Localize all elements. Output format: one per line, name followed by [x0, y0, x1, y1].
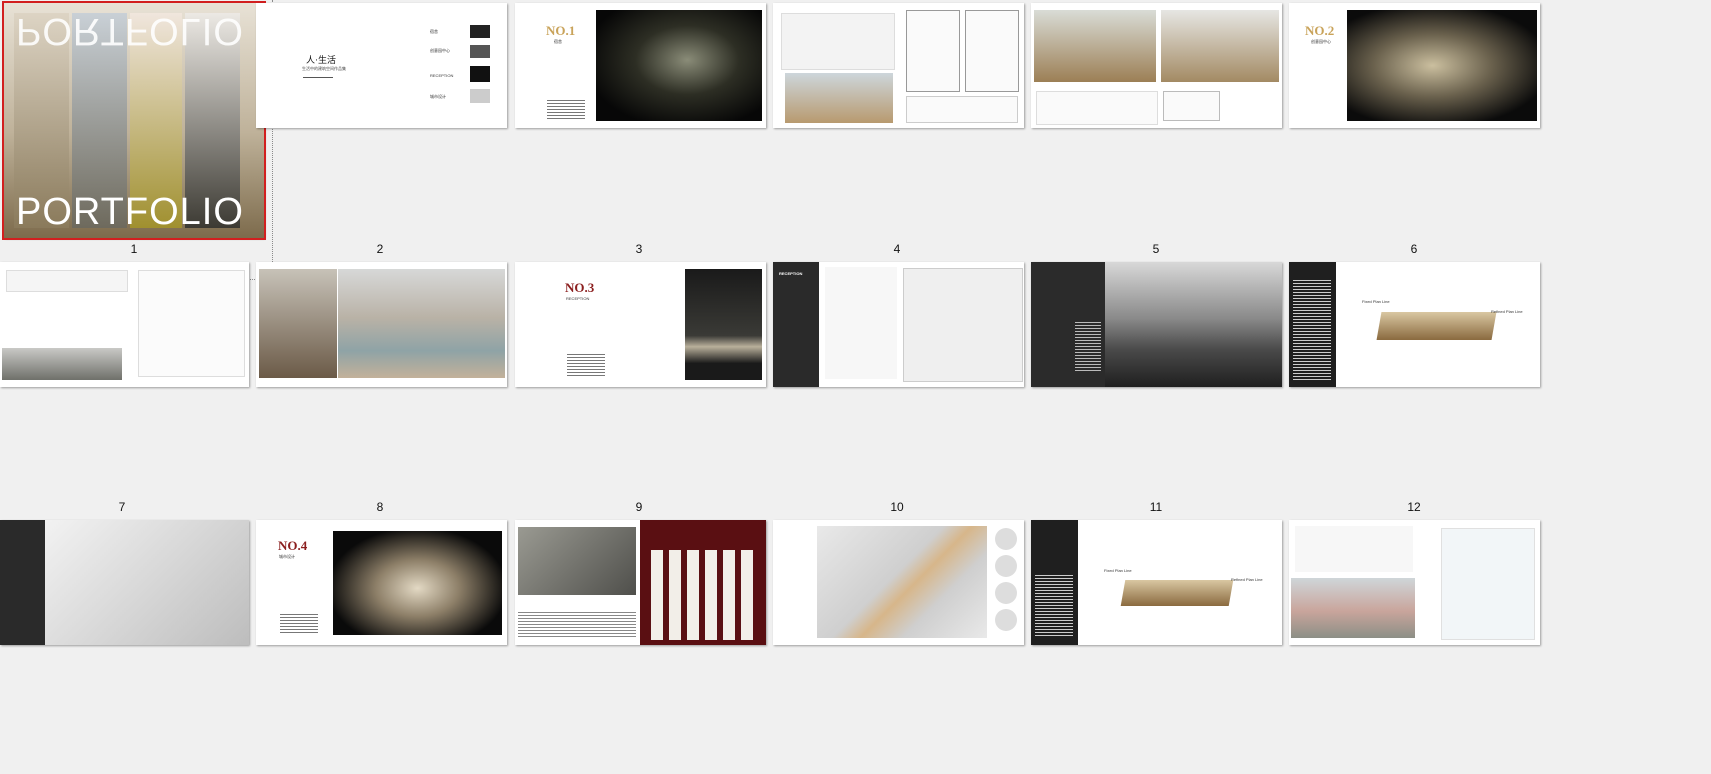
street-render [1291, 578, 1415, 638]
divider [303, 77, 333, 78]
floor-plan [965, 10, 1019, 92]
cover-title: PORTFOLIO [16, 191, 244, 233]
slide-number: 8 [376, 500, 384, 514]
toc-image [470, 25, 490, 38]
project-name: RECEPTION [566, 296, 590, 301]
axonometric-drawing [45, 520, 249, 645]
slide-number: 11 [1149, 500, 1163, 514]
toc-item: 宿舍 [430, 29, 438, 34]
panel-title: RECEPTION [779, 271, 803, 276]
elevation-drawing [138, 270, 245, 377]
slide-thumbnail-14[interactable]: NO.4 城市设计 [256, 520, 507, 645]
slide-thumbnail-17[interactable]: Fixed Plan Line Refined Plan Line [1031, 520, 1282, 645]
aerial-photo [518, 527, 636, 595]
project-number: NO.2 [1305, 23, 1335, 38]
annotation-label: Refined Plan Line [1491, 309, 1523, 314]
slide-thumbnail-6[interactable]: NO.2 创意园中心 [1289, 3, 1540, 128]
detail-circle [995, 555, 1017, 577]
model-photo [1376, 312, 1497, 340]
slide-number: 2 [376, 242, 384, 256]
interior-render [259, 269, 337, 378]
slide-thumbnail-11[interactable] [1031, 262, 1282, 387]
interior-render [1034, 10, 1156, 82]
site-plan [903, 268, 1023, 382]
slide-thumbnail-2[interactable]: 人·生活 生活中的建筑空间作品集 宿舍 创意园中心 RECEPTION 城市设计 [256, 3, 507, 128]
detail-circle [995, 609, 1017, 631]
slide-thumbnail-8[interactable] [256, 262, 507, 387]
body-text [280, 614, 318, 634]
slide-thumbnail-15[interactable] [515, 520, 766, 645]
body-text [547, 100, 585, 120]
slide-number: 7 [118, 500, 126, 514]
slide-number: 5 [1152, 242, 1160, 256]
slide-number: 12 [1407, 500, 1421, 514]
slide-thumbnail-5[interactable] [1031, 3, 1282, 128]
project-name: 宿舍 [554, 39, 562, 44]
diagram [825, 267, 897, 379]
interior-render [785, 73, 893, 123]
collage-image [1105, 262, 1282, 387]
dark-sidebar [0, 520, 45, 645]
slide-thumbnail-10[interactable]: RECEPTION [773, 262, 1024, 387]
slide-number: 1 [130, 242, 138, 256]
body-text [1035, 575, 1073, 637]
detail-circle [995, 528, 1017, 550]
body-text [518, 612, 636, 637]
annotation-label: Refined Plan Line [1231, 577, 1263, 582]
slide-number: 10 [890, 500, 904, 514]
slide-number: 4 [893, 242, 901, 256]
slide-thumbnail-16[interactable] [773, 520, 1024, 645]
annotation-label: Fixed Plan Line [1104, 568, 1132, 573]
section-drawing [1036, 91, 1158, 125]
dark-sidebar [773, 262, 819, 387]
slide-title: 人·生活 [306, 55, 336, 65]
slide-thumbnail-13[interactable] [0, 520, 249, 645]
model-photo [333, 531, 502, 635]
image-grid [651, 550, 756, 640]
section-drawing [906, 96, 1018, 123]
project-photo [596, 10, 762, 121]
elevation-drawing [1163, 91, 1220, 121]
slide-thumbnail-4[interactable] [773, 3, 1024, 128]
courtyard-render [338, 269, 505, 378]
slide-subtitle: 生活中的建筑空间作品集 [302, 66, 346, 71]
toc-item: 城市设计 [430, 94, 446, 99]
interior-render [1161, 10, 1279, 82]
slide-number: 3 [635, 242, 643, 256]
slide-thumbnail-7[interactable] [0, 262, 249, 387]
slide-thumbnail-1[interactable]: PORTFOLIO PORTFOLIO [2, 1, 266, 240]
slide-thumbnail-3[interactable]: NO.1 宿舍 [515, 3, 766, 128]
slide-number: 9 [635, 500, 643, 514]
project-number: NO.3 [565, 280, 595, 295]
slide-thumbnail-9[interactable]: NO.3 RECEPTION [515, 262, 766, 387]
night-photo [685, 269, 762, 380]
slide-thumbnail-12[interactable]: Fixed Plan Line Refined Plan Line [1289, 262, 1540, 387]
project-number: NO.1 [546, 23, 576, 38]
detail-circle [995, 582, 1017, 604]
site-diagram [1441, 528, 1535, 640]
body-text [1293, 280, 1331, 380]
diagram [6, 270, 128, 292]
cover-title-mirrored: PORTFOLIO [16, 10, 244, 52]
toc-item: 创意园中心 [430, 48, 450, 53]
toc-image [470, 45, 490, 58]
project-name: 创意园中心 [1311, 39, 1331, 44]
body-text [567, 354, 605, 378]
model-photo [1347, 10, 1537, 121]
slide-number: 6 [1410, 242, 1418, 256]
floor-plan [906, 10, 960, 92]
project-number: NO.4 [278, 538, 308, 553]
toc-image [470, 66, 490, 82]
model-photo [1120, 580, 1234, 606]
urban-axonometric [817, 526, 987, 638]
body-text [1075, 322, 1101, 372]
slide-thumbnail-18[interactable] [1289, 520, 1540, 645]
project-name: 城市设计 [279, 554, 295, 559]
site-photo [2, 348, 122, 380]
annotation-label: Fixed Plan Line [1362, 299, 1390, 304]
toc-item: RECEPTION [430, 73, 454, 78]
toc-image [470, 89, 490, 103]
diagram [781, 13, 895, 70]
diagram [1295, 526, 1413, 572]
